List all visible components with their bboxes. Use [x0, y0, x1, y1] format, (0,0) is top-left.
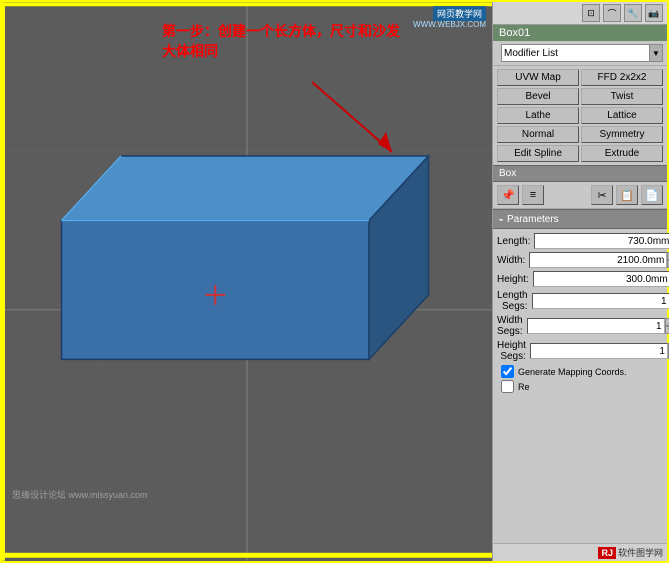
site-label: 网页教学网 [433, 6, 486, 21]
width-segs-input-wrap: ▲ ▼ [527, 318, 669, 334]
toolbar-icon-2[interactable]: ⌒ [603, 4, 621, 22]
top-toolbar: ⊡ ⌒ 🔧 📷 [493, 2, 667, 25]
width-input-wrap: ▲ ▼ [529, 252, 669, 268]
annotation-text: 第一步：创建一个长方体，尺寸和沙发 大体相同 [162, 22, 400, 61]
object-name-bar: Box01 [493, 25, 667, 41]
modifier-list-row: ▼ [493, 41, 667, 66]
main-container: 第一步：创建一个长方体，尺寸和沙发 大体相同 思缘设计论坛 www.missyu… [0, 0, 669, 563]
stack-icon[interactable]: ≡ [522, 185, 544, 205]
generate-mapping-checkbox[interactable] [501, 365, 514, 378]
modifier-dropdown-arrow[interactable]: ▼ [649, 44, 663, 62]
object-type-label: Box [499, 168, 516, 179]
real-world-label: Re [518, 382, 530, 392]
edit-spline-button[interactable]: Edit Spline [497, 145, 579, 162]
object-type-header: Box [493, 165, 667, 182]
ffd-button[interactable]: FFD 2x2x2 [581, 69, 663, 86]
height-label: Height: [497, 274, 529, 285]
lattice-button[interactable]: Lattice [581, 107, 663, 124]
params-section: Length: ▲ ▼ Width: ▲ ▼ [493, 229, 667, 543]
rjzxw-logo: RJ 软件图学网 [598, 546, 663, 559]
parameters-section-header: - Parameters [493, 209, 667, 229]
height-input-wrap: ▲ ▼ [533, 271, 669, 287]
width-segs-row: Width Segs: ▲ ▼ [497, 315, 663, 337]
generate-mapping-label: Generate Mapping Coords. [518, 367, 627, 377]
section-collapse[interactable]: - [499, 212, 503, 226]
viewport: 第一步：创建一个长方体，尺寸和沙发 大体相同 思缘设计论坛 www.missyu… [2, 2, 492, 561]
cut-icon[interactable]: ✂ [591, 185, 613, 205]
width-label: Width: [497, 255, 525, 266]
width-segs-spin-down[interactable]: ▼ [665, 326, 669, 334]
uvw-map-button[interactable]: UVW Map [497, 69, 579, 86]
site-url: WWW.WEBJX.COM [413, 20, 486, 29]
width-input[interactable] [529, 252, 667, 268]
symmetry-button[interactable]: Symmetry [581, 126, 663, 143]
object-name: Box01 [499, 27, 530, 39]
length-segs-input[interactable] [532, 293, 669, 309]
rj-logo-icon: RJ [598, 547, 616, 559]
toolbar-icon-3[interactable]: 🔧 [624, 4, 642, 22]
height-segs-input-wrap: ▲ ▼ [530, 343, 669, 359]
toolbar-icon-camera[interactable]: 📷 [645, 4, 663, 22]
height-row: Height: ▲ ▼ [497, 271, 663, 287]
lathe-button[interactable]: Lathe [497, 107, 579, 124]
right-panel: ⊡ ⌒ 🔧 📷 Box01 ▼ UVW Map FFD 2x2x2 Bevel … [492, 2, 667, 561]
length-label: Length: [497, 236, 530, 247]
parameters-label: Parameters [507, 214, 559, 225]
length-input-wrap: ▲ ▼ [534, 233, 669, 249]
toolbar-icon-1[interactable]: ⊡ [582, 4, 600, 22]
height-segs-input[interactable] [530, 343, 668, 359]
logo-bar: RJ 软件图学网 [493, 543, 667, 561]
length-input[interactable] [534, 233, 669, 249]
width-row: Width: ▲ ▼ [497, 252, 663, 268]
width-segs-input[interactable] [527, 318, 665, 334]
width-segs-spin-up[interactable]: ▲ [665, 318, 669, 326]
paste-icon[interactable]: 📄 [641, 185, 663, 205]
pin-icon[interactable]: 📌 [497, 185, 519, 205]
rj-logo-text: 软件图学网 [618, 546, 663, 559]
length-segs-label: Length Segs: [497, 290, 528, 312]
copy-icon[interactable]: 📋 [616, 185, 638, 205]
extrude-button[interactable]: Extrude [581, 145, 663, 162]
real-world-row: Re [497, 380, 663, 393]
length-segs-row: Length Segs: ▲ ▼ [497, 290, 663, 312]
real-world-checkbox[interactable] [501, 380, 514, 393]
bevel-button[interactable]: Bevel [497, 88, 579, 105]
watermark: 思缘设计论坛 www.missyuan.com [12, 488, 148, 501]
modifier-buttons: UVW Map FFD 2x2x2 Bevel Twist Lathe Latt… [493, 66, 667, 165]
height-segs-row: Height Segs: ▲ ▼ [497, 340, 663, 362]
modifier-dropdown-wrap: ▼ [501, 44, 663, 62]
modifier-list-input[interactable] [501, 44, 649, 62]
normal-button[interactable]: Normal [497, 126, 579, 143]
height-segs-label: Height Segs: [497, 340, 526, 362]
generate-mapping-row: Generate Mapping Coords. [497, 365, 663, 378]
modifier-toolbar-strip: 📌 ≡ ✂ 📋 📄 [493, 182, 667, 209]
length-segs-input-wrap: ▲ ▼ [532, 293, 669, 309]
height-input[interactable] [533, 271, 669, 287]
width-segs-label: Width Segs: [497, 315, 523, 337]
length-row: Length: ▲ ▼ [497, 233, 663, 249]
twist-button[interactable]: Twist [581, 88, 663, 105]
width-segs-spinner: ▲ ▼ [665, 318, 669, 334]
